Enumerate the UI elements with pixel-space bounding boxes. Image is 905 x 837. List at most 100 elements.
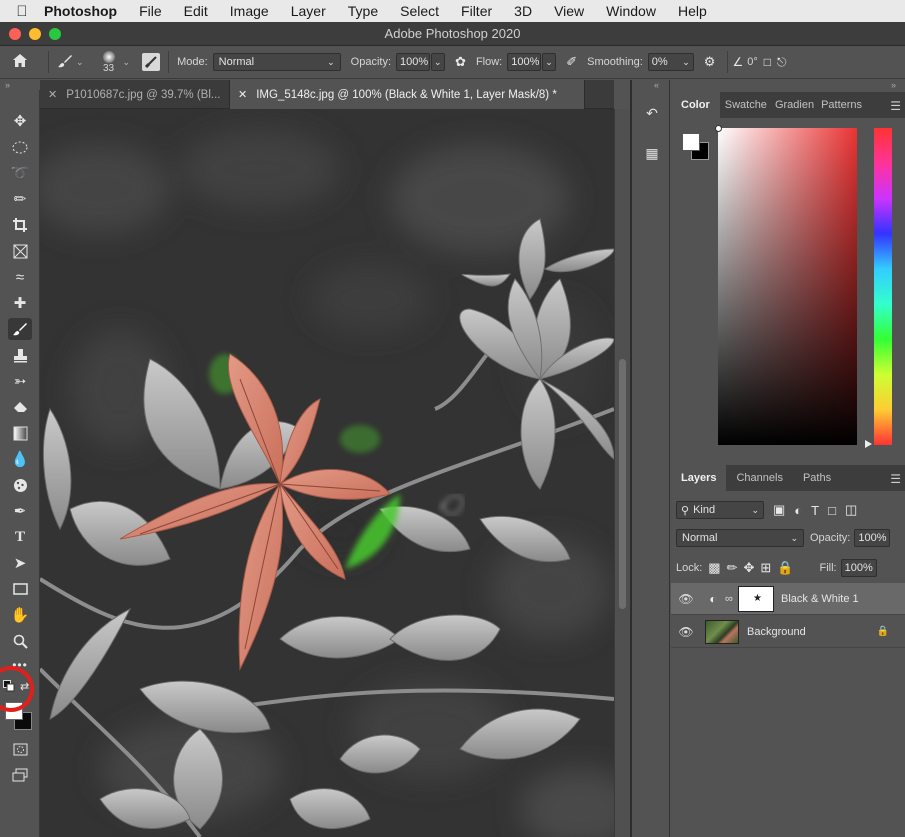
path-selection-tool-icon[interactable]: ➤ (8, 552, 32, 574)
foreground-color-swatch[interactable] (682, 133, 700, 151)
link-icon[interactable]: ∞ (725, 593, 739, 605)
scrollbar-thumb[interactable] (619, 359, 626, 609)
layer-mask-thumbnail[interactable]: ★ (738, 585, 774, 612)
blend-mode-select[interactable]: Normal ⌄ (676, 529, 804, 547)
pressure-size-icon[interactable]: □ (764, 55, 771, 69)
filter-adjustment-icon[interactable]: ◐ (794, 503, 802, 518)
flow-dropdown[interactable]: ⌄ (542, 53, 557, 71)
menu-help[interactable]: Help (678, 3, 707, 19)
tab-color[interactable]: Color (671, 92, 720, 118)
layer-filter-select[interactable]: ⚲ Kind ⌄ (676, 501, 764, 519)
zoom-window-button[interactable] (49, 27, 61, 40)
menu-edit[interactable]: Edit (184, 3, 208, 19)
document-canvas[interactable] (40, 109, 614, 837)
tab-patterns[interactable]: Patterns (817, 92, 866, 118)
symmetry-icon[interactable]: ⎋ (777, 55, 787, 70)
filter-shape-icon[interactable]: □ (828, 503, 836, 518)
menu-window[interactable]: Window (606, 3, 656, 19)
opacity-dropdown[interactable]: ⌄ (431, 53, 446, 71)
frame-tool-icon[interactable] (8, 240, 32, 262)
eraser-tool-icon[interactable] (8, 396, 32, 418)
airbrush-icon[interactable]: ✐ (566, 54, 577, 70)
opacity-field[interactable]: 100% (396, 53, 431, 71)
layer-row-black-white[interactable]: 👁 ◐ ∞ ★ Black & White 1 (671, 583, 905, 615)
tab-gradients[interactable]: Gradien (772, 92, 817, 118)
pressure-opacity-icon[interactable]: ✿ (455, 54, 466, 70)
hue-slider[interactable] (874, 128, 892, 445)
brush-tool-icon[interactable] (8, 318, 32, 340)
panel-collapse-icon[interactable]: » (891, 80, 896, 90)
lock-position-icon[interactable]: ✥ (744, 560, 755, 576)
smoothing-field[interactable]: 0% ⌄ (647, 53, 694, 71)
lock-transparent-icon[interactable]: ▩ (708, 560, 720, 576)
filter-type-icon[interactable]: T (811, 503, 819, 518)
mode-select[interactable]: Normal ⌄ (212, 53, 341, 71)
pen-tool-icon[interactable]: ✒ (8, 500, 32, 522)
clone-stamp-tool-icon[interactable] (8, 344, 32, 366)
lock-image-icon[interactable]: ✏ (727, 560, 738, 576)
menu-view[interactable]: View (554, 3, 584, 19)
rectangle-tool-icon[interactable] (8, 578, 32, 600)
healing-brush-tool-icon[interactable]: ✚ (8, 292, 32, 314)
layer-opacity-field[interactable]: 100% (854, 529, 891, 547)
canvas-scrollbar[interactable] (614, 109, 630, 837)
gear-icon[interactable]: ⚙ (704, 54, 716, 70)
eyedropper-tool-icon[interactable]: ≈ (8, 266, 32, 288)
fill-field[interactable]: 100% (840, 559, 877, 577)
move-tool-icon[interactable]: ✥ (8, 110, 32, 132)
menu-3d[interactable]: 3D (514, 3, 532, 19)
menu-type[interactable]: Type (348, 3, 378, 19)
filter-pixel-icon[interactable]: ▣ (773, 502, 785, 518)
quick-selection-tool-icon[interactable]: ✏ (8, 188, 32, 210)
history-brush-tool-icon[interactable]: ➳ (8, 370, 32, 392)
panel-menu-icon[interactable]: ☰ (890, 472, 901, 486)
eye-icon[interactable]: 👁 (671, 592, 701, 606)
sponge-tool-icon[interactable] (8, 474, 32, 496)
close-icon[interactable]: ✕ (238, 88, 247, 101)
close-icon[interactable]: ✕ (48, 88, 57, 101)
app-menu[interactable]: Photoshop (44, 3, 117, 19)
menu-image[interactable]: Image (230, 3, 269, 19)
layer-opacity-value: 100% (858, 532, 887, 544)
brush-settings-toggle[interactable] (142, 53, 161, 71)
type-tool-icon[interactable]: T (8, 526, 32, 548)
brush-preset-picker[interactable]: ⌄ (57, 53, 90, 72)
menu-layer[interactable]: Layer (291, 3, 326, 19)
apple-icon[interactable]:  (0, 3, 44, 20)
lock-artboard-icon[interactable]: ⊞ (760, 560, 771, 576)
dock-collapse-icon[interactable]: « (654, 80, 659, 90)
eye-icon[interactable]: 👁 (671, 625, 701, 639)
properties-panel-icon[interactable]: ▦ (642, 142, 662, 164)
home-icon[interactable] (0, 53, 40, 71)
tab-paths[interactable]: Paths (793, 465, 841, 491)
menu-select[interactable]: Select (400, 3, 439, 19)
tab-layers[interactable]: Layers (671, 465, 727, 491)
layer-row-background[interactable]: 👁 Background 🔒 (671, 616, 905, 648)
screen-mode-icon[interactable] (8, 764, 32, 786)
close-window-button[interactable] (9, 27, 21, 40)
angle-value[interactable]: 0° (747, 56, 758, 68)
saturation-brightness-field[interactable] (718, 128, 857, 445)
tab-swatches[interactable]: Swatche (720, 92, 772, 118)
filter-smart-object-icon[interactable]: ◫ (845, 502, 857, 518)
ellipse-marquee-tool-icon[interactable] (8, 136, 32, 158)
lasso-tool-icon[interactable]: ➰ (8, 162, 32, 184)
lock-all-icon[interactable]: 🔒 (777, 560, 793, 576)
menu-filter[interactable]: Filter (461, 3, 492, 19)
blur-tool-icon[interactable]: 💧 (8, 448, 32, 470)
tab-channels[interactable]: Channels (726, 465, 792, 491)
quick-mask-icon[interactable] (8, 738, 32, 760)
tab-document-1[interactable]: ✕ P1010687c.jpg @ 39.7% (Bl... (40, 80, 230, 109)
panel-menu-icon[interactable]: ☰ (890, 99, 901, 113)
crop-tool-icon[interactable] (8, 214, 32, 236)
tab-document-2[interactable]: ✕ IMG_5148c.jpg @ 100% (Black & White 1,… (230, 80, 585, 109)
zoom-tool-icon[interactable] (8, 630, 32, 652)
hand-tool-icon[interactable]: ✋ (8, 604, 32, 626)
minimize-window-button[interactable] (29, 27, 41, 40)
menu-file[interactable]: File (139, 3, 162, 19)
toolbar-collapse-icon[interactable]: » (0, 80, 40, 90)
brush-size-picker[interactable]: 33 ⌄ (98, 50, 137, 74)
gradient-tool-icon[interactable] (8, 422, 32, 444)
history-panel-icon[interactable]: ↶ (642, 102, 662, 124)
flow-field[interactable]: 100% (507, 53, 542, 71)
